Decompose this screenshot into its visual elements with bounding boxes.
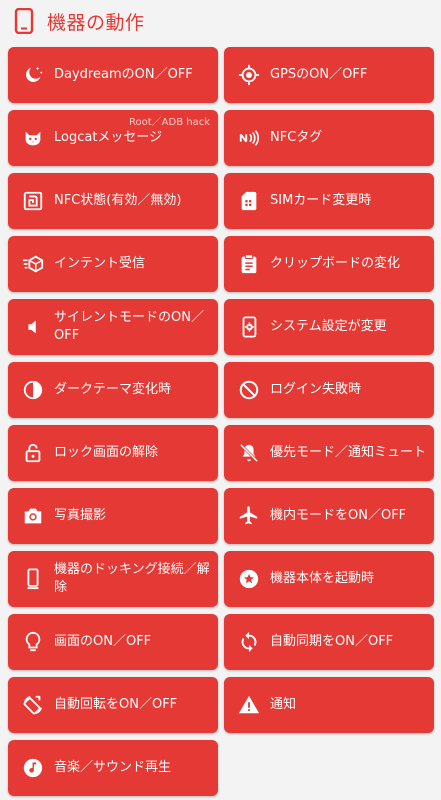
tile-intent[interactable]: インテント受信	[8, 236, 218, 292]
bell-off-icon	[237, 441, 261, 465]
clipboard-icon	[237, 252, 261, 276]
tile-login-failed[interactable]: ログイン失敗時	[224, 362, 434, 418]
tile-logcat[interactable]: Root／ADB hack Logcatメッセージ	[8, 110, 218, 166]
root-hack-note: Root／ADB hack	[129, 117, 210, 128]
phone-settings-icon	[237, 315, 261, 339]
warning-icon	[237, 693, 261, 717]
tile-music-playback[interactable]: 音楽／サウンド再生	[8, 740, 218, 796]
tile-take-photo[interactable]: 写真撮影	[8, 488, 218, 544]
moon-stars-icon	[21, 63, 45, 87]
tile-airplane-mode[interactable]: 機内モードをON／OFF	[224, 488, 434, 544]
tile-nfc-tag[interactable]: NFCタグ	[224, 110, 434, 166]
star-circle-icon	[237, 567, 261, 591]
sync-icon	[237, 630, 261, 654]
tile-daydream[interactable]: DaydreamのON／OFF	[8, 47, 218, 103]
tile-screen-on-off[interactable]: 画面のON／OFF	[8, 614, 218, 670]
sim-card-icon	[237, 189, 261, 213]
tile-docking[interactable]: 機器のドッキング接続／解除	[8, 551, 218, 607]
cat-icon	[21, 126, 45, 150]
dock-phone-icon	[21, 567, 45, 591]
tile-nfc-state[interactable]: NFC状態(有効／無効)	[8, 173, 218, 229]
rotate-icon	[21, 693, 45, 717]
tile-auto-rotate[interactable]: 自動回転をON／OFF	[8, 677, 218, 733]
tile-unlock-screen[interactable]: ロック画面の解除	[8, 425, 218, 481]
camera-icon	[21, 504, 45, 528]
contrast-icon	[21, 378, 45, 402]
tile-notification[interactable]: 通知	[224, 677, 434, 733]
tile-device-boot[interactable]: 機器本体を起動時	[224, 551, 434, 607]
music-icon	[21, 756, 45, 780]
block-icon	[237, 378, 261, 402]
tile-dark-theme[interactable]: ダークテーマ変化時	[8, 362, 218, 418]
intent-cube-icon	[21, 252, 45, 276]
tile-silent-mode[interactable]: サイレントモードのON／OFF	[8, 299, 218, 355]
unlock-icon	[21, 441, 45, 465]
tile-system-settings[interactable]: システム設定が変更	[224, 299, 434, 355]
tile-auto-sync[interactable]: 自動同期をON／OFF	[224, 614, 434, 670]
action-grid: DaydreamのON／OFF GPSのON／OFF Root／ADB hack…	[0, 0, 441, 800]
lightbulb-icon	[21, 630, 45, 654]
tile-gps[interactable]: GPSのON／OFF	[224, 47, 434, 103]
speaker-icon	[21, 315, 45, 339]
airplane-icon	[237, 504, 261, 528]
tile-sim-card[interactable]: SIMカード変更時	[224, 173, 434, 229]
tile-clipboard[interactable]: クリップボードの変化	[224, 236, 434, 292]
gps-crosshair-icon	[237, 63, 261, 87]
nfc-state-icon	[21, 189, 45, 213]
tile-priority-mode[interactable]: 優先モード／通知ミュート	[224, 425, 434, 481]
nfc-icon	[237, 126, 261, 150]
